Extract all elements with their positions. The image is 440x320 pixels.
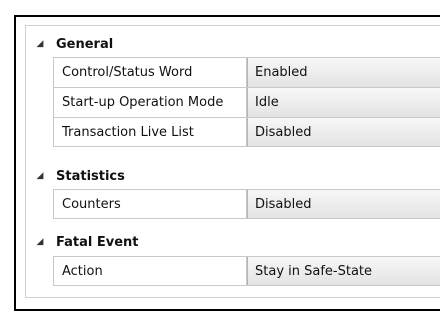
property-name: Control/Status Word xyxy=(53,58,247,87)
collapse-triangle-icon[interactable]: ◢ xyxy=(35,39,45,49)
property-row-action[interactable]: Action Stay in Safe-State xyxy=(53,256,440,286)
group-title: Statistics xyxy=(56,168,125,184)
property-name: Action xyxy=(53,257,247,285)
group-header-statistics[interactable]: ◢ Statistics xyxy=(26,164,440,188)
property-value-dropdown[interactable]: Disabled xyxy=(247,190,440,218)
property-name: Counters xyxy=(53,190,247,218)
property-row-startup-operation-mode[interactable]: Start-up Operation Mode Idle xyxy=(53,87,440,117)
property-value-dropdown[interactable]: Enabled xyxy=(247,58,440,87)
property-name: Start-up Operation Mode xyxy=(53,88,247,117)
property-row-control-status-word[interactable]: Control/Status Word Enabled xyxy=(53,57,440,87)
property-row-transaction-live-list[interactable]: Transaction Live List Disabled xyxy=(53,117,440,147)
collapse-triangle-icon[interactable]: ◢ xyxy=(35,171,45,181)
group-title: Fatal Event xyxy=(56,234,139,250)
collapse-triangle-icon[interactable]: ◢ xyxy=(35,237,45,247)
property-name: Transaction Live List xyxy=(53,118,247,146)
property-value-dropdown[interactable]: Stay in Safe-State xyxy=(247,257,440,285)
group-header-fatal-event[interactable]: ◢ Fatal Event xyxy=(26,230,440,254)
property-grid: ◢ General Control/Status Word Enabled St… xyxy=(25,25,440,298)
property-value-dropdown[interactable]: Disabled xyxy=(247,118,440,146)
property-row-counters[interactable]: Counters Disabled xyxy=(53,189,440,219)
property-editor-frame: ◢ General Control/Status Word Enabled St… xyxy=(14,15,440,311)
group-title: General xyxy=(56,36,114,52)
property-value-dropdown[interactable]: Idle xyxy=(247,88,440,117)
group-header-general[interactable]: ◢ General xyxy=(26,32,440,56)
